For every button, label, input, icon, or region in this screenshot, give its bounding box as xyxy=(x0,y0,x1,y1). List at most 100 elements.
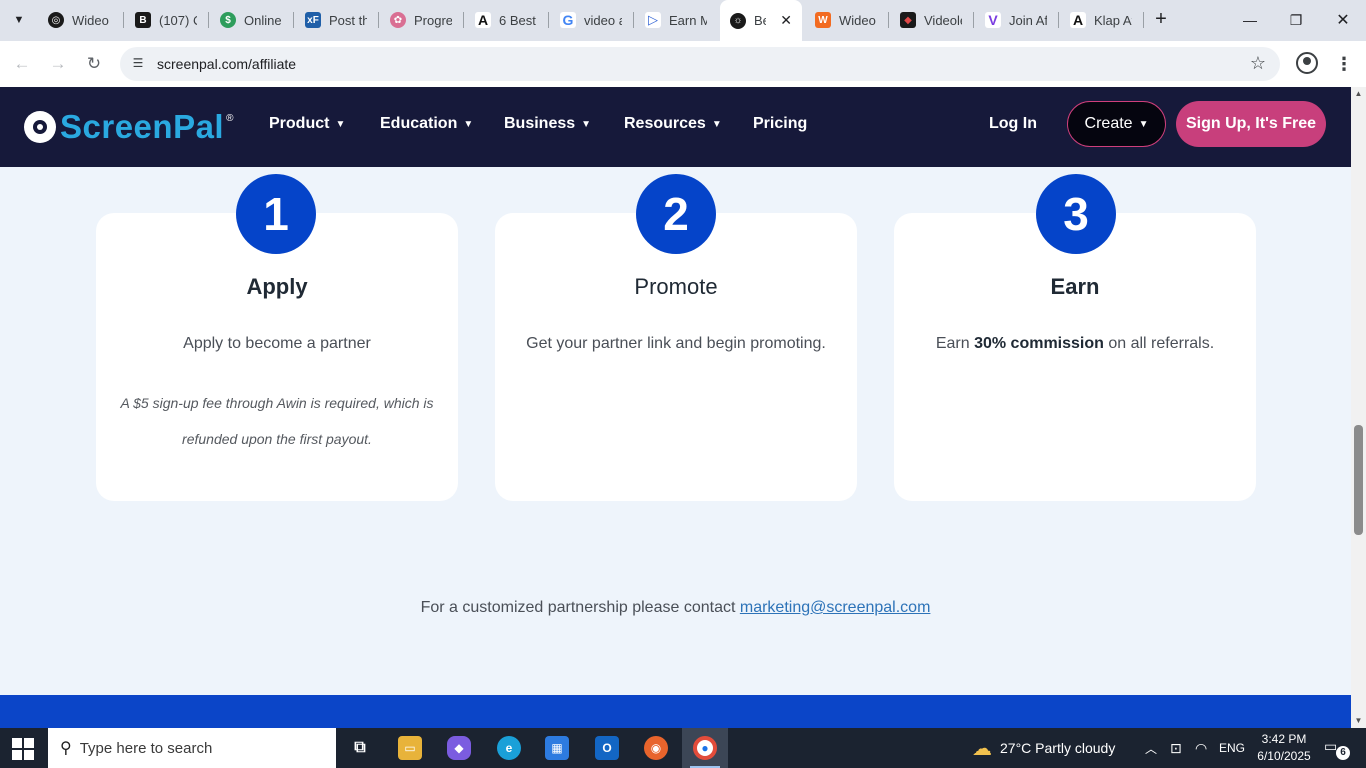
tab-separator xyxy=(463,12,464,28)
edge-icon[interactable]: e xyxy=(497,736,521,760)
screenpal-logo[interactable]: ScreenPal ® xyxy=(24,107,233,147)
signup-button[interactable]: Sign Up, It's Free xyxy=(1176,101,1326,147)
nav-pricing[interactable]: Pricing xyxy=(753,115,807,133)
close-window-button[interactable]: ✕ xyxy=(1331,8,1355,32)
nav-education[interactable]: Education ▼ xyxy=(380,115,473,133)
tab-separator xyxy=(1143,12,1144,28)
step-description: Earn 30% commission on all referrals. xyxy=(935,335,1215,352)
a-icon: A xyxy=(1070,12,1086,28)
step-description: Get your partner link and begin promotin… xyxy=(526,335,826,352)
browser-tab-strip: ▼ ◎ Wideo B (107) C $ Online xF Post th … xyxy=(0,0,1366,41)
chevron-down-icon: ▼ xyxy=(335,118,346,130)
url-text[interactable]: screenpal.com/affiliate xyxy=(157,56,296,72)
minimize-button[interactable]: — xyxy=(1238,8,1262,32)
scroll-down-arrow-icon[interactable]: ▼ xyxy=(1351,714,1366,728)
create-button[interactable]: Create ▼ xyxy=(1067,101,1166,147)
screenpal-icon: ☼ xyxy=(730,12,746,29)
page-footer xyxy=(0,695,1351,728)
taskbar-search-box[interactable]: ⚲ Type here to search xyxy=(48,728,336,768)
tab-separator xyxy=(888,12,889,28)
search-icon: ⚲ xyxy=(60,740,72,757)
step-note: A $5 sign-up fee through Awin is require… xyxy=(120,395,434,447)
browser-menu-icon[interactable]: ⋮ xyxy=(1334,51,1354,77)
xf-icon: xF xyxy=(305,12,321,28)
outlook-icon[interactable]: O xyxy=(595,736,619,760)
bookmark-star-icon[interactable]: ☆ xyxy=(1250,53,1266,74)
browser-tab[interactable]: xF Post th xyxy=(305,7,367,33)
a-icon: A xyxy=(475,12,491,28)
chevron-down-icon: ▼ xyxy=(711,118,722,130)
chevron-down-icon: ▼ xyxy=(463,118,474,130)
browser-tab[interactable]: ✿ Progre xyxy=(390,7,452,33)
task-view-icon[interactable]: ⧉ xyxy=(348,736,372,760)
language-indicator[interactable]: ENG xyxy=(1219,728,1245,768)
browser-tab[interactable]: W Wideo xyxy=(815,7,877,33)
store-icon[interactable]: ▦ xyxy=(545,736,569,760)
dollar-icon: $ xyxy=(220,12,236,28)
tab-search-button[interactable]: ▼ xyxy=(6,8,32,32)
videoleap-icon: ◆ xyxy=(900,12,916,28)
step-card-earn: Earn Earn 30% commission on all referral… xyxy=(894,213,1256,501)
step-title: Earn xyxy=(1050,274,1100,299)
tab-separator xyxy=(973,12,974,28)
close-tab-icon[interactable]: ✕ xyxy=(780,12,792,29)
file-explorer-icon[interactable]: ▭ xyxy=(398,736,422,760)
browser-tab-active[interactable]: ☼ Be ✕ xyxy=(720,0,802,41)
chrome-icon[interactable]: ● xyxy=(693,736,717,760)
site-header: ScreenPal ® Product ▼ Education ▼ Business… xyxy=(0,87,1351,167)
browser-tab[interactable]: A Klap Af xyxy=(1070,7,1132,33)
notification-icon[interactable]: ▭ 6 xyxy=(1324,738,1350,760)
partly-cloudy-icon: ☁ xyxy=(972,737,992,760)
scroll-thumb[interactable] xyxy=(1354,425,1363,535)
scroll-up-arrow-icon[interactable]: ▲ xyxy=(1351,87,1366,101)
tab-separator xyxy=(293,12,294,28)
play-icon: ▷ xyxy=(645,12,661,28)
weather-widget[interactable]: ☁ 27°C Partly cloudy xyxy=(972,728,1115,768)
step-number-badge: 2 xyxy=(636,174,716,254)
system-clock[interactable]: 3:42 PM 6/10/2025 xyxy=(1252,731,1316,765)
new-tab-button[interactable]: + xyxy=(1150,9,1172,31)
reload-button[interactable]: ↻ xyxy=(82,52,106,76)
profile-avatar-icon[interactable] xyxy=(1296,52,1318,74)
browser-tab[interactable]: A 6 Best f xyxy=(475,7,537,33)
nav-product[interactable]: Product ▼ xyxy=(269,115,345,133)
browser-tab[interactable]: B (107) C xyxy=(135,7,197,33)
login-link[interactable]: Log In xyxy=(989,115,1037,133)
tab-separator xyxy=(548,12,549,28)
tab-separator xyxy=(208,12,209,28)
w-icon: W xyxy=(815,12,831,28)
restore-button[interactable]: ❐ xyxy=(1284,8,1308,32)
browser-tab[interactable]: G video a xyxy=(560,7,622,33)
nav-business[interactable]: Business ▼ xyxy=(504,115,591,133)
browser-tab[interactable]: ◎ Wideo xyxy=(48,7,110,33)
address-bar[interactable]: ☰ screenpal.com/affiliate ☆ xyxy=(120,47,1280,81)
site-info-icon[interactable]: ☰ xyxy=(130,56,146,72)
windows-start-button[interactable] xyxy=(12,738,34,760)
nav-resources[interactable]: Resources ▼ xyxy=(624,115,722,133)
chevron-down-icon: ▼ xyxy=(1138,118,1149,130)
back-button[interactable]: ← xyxy=(10,52,34,76)
forward-button[interactable]: → xyxy=(46,52,70,76)
b-icon: B xyxy=(135,12,151,28)
tab-separator xyxy=(633,12,634,28)
page-scrollbar[interactable]: ▲ ▼ xyxy=(1351,87,1366,728)
tray-chevron-up-icon[interactable]: ︿ xyxy=(1145,728,1157,768)
firefox-icon[interactable]: ◉ xyxy=(644,736,668,760)
arrow-left-icon: ← xyxy=(13,54,31,73)
marketing-email-link[interactable]: marketing@screenpal.com xyxy=(740,599,931,616)
wifi-icon[interactable]: ◠ xyxy=(1195,728,1207,768)
tab-separator xyxy=(123,12,124,28)
meet-now-icon[interactable]: ⊡ xyxy=(1170,728,1182,768)
page-viewport: ScreenPal ® Product ▼ Education ▼ Business… xyxy=(0,87,1351,728)
google-icon: G xyxy=(560,12,576,28)
step-number-badge: 3 xyxy=(1036,174,1116,254)
browser-tab[interactable]: ◆ Videole xyxy=(900,7,962,33)
palette-icon: ✿ xyxy=(390,12,406,28)
browser-tab[interactable]: ▷ Earn M xyxy=(645,7,707,33)
copilot-icon[interactable]: ◆ xyxy=(447,736,471,760)
chevron-down-icon: ▼ xyxy=(581,118,592,130)
browser-tab[interactable]: $ Online xyxy=(220,7,282,33)
arrow-right-icon: → xyxy=(49,54,67,73)
browser-tab[interactable]: V Join Af xyxy=(985,7,1047,33)
screenpal-logo-icon xyxy=(24,111,56,143)
